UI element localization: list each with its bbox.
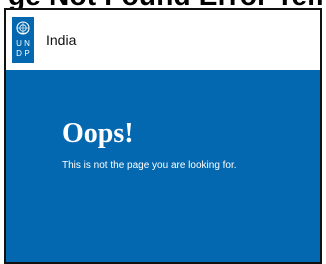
page-viewport: U N D P India Oops! This is not the page… — [4, 8, 322, 264]
error-title: Oops! — [62, 118, 134, 149]
clipped-caption: ge Not Found Error Template by — [0, 0, 326, 8]
undp-letters: U N D P — [15, 39, 31, 59]
undp-logo[interactable]: U N D P — [12, 17, 34, 63]
logo-letter: D — [16, 49, 22, 58]
error-message: This is not the page you are looking for… — [62, 160, 237, 171]
country-label[interactable]: India — [46, 32, 76, 48]
logo-letter: N — [24, 39, 30, 48]
clipped-caption-text: ge Not Found Error Template by — [8, 0, 326, 8]
site-header: U N D P India — [6, 10, 320, 70]
screenshot-frame: ge Not Found Error Template by U N D P — [0, 0, 326, 264]
logo-letter: U — [16, 39, 22, 48]
logo-letter: P — [24, 49, 30, 58]
un-emblem-icon — [16, 21, 30, 35]
